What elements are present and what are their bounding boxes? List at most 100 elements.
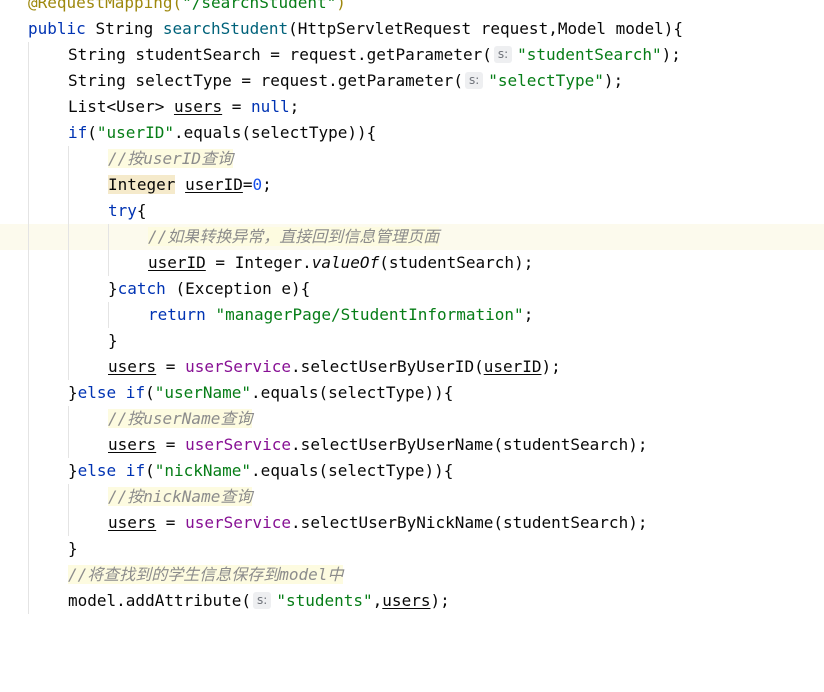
field-reference: userService <box>185 513 292 532</box>
code-line[interactable]: users = userService.selectUserByNickName… <box>0 510 824 536</box>
code-line[interactable]: return "managerPage/StudentInformation"; <box>0 302 824 328</box>
type-name: String <box>95 19 163 38</box>
indent-guide <box>28 42 29 68</box>
indent-guide <box>28 536 29 562</box>
code-line[interactable]: @RequestMapping("/searchStudent") <box>0 0 824 16</box>
indent-guide <box>28 562 29 588</box>
code-text: = Integer. <box>205 253 312 272</box>
variable-userid: userID <box>185 175 243 194</box>
code-text: ); <box>430 591 450 610</box>
code-line[interactable]: }catch (Exception e){ <box>0 276 824 302</box>
indent-guide <box>28 198 29 224</box>
keyword: else if <box>77 461 146 480</box>
code-comment: //按userName查询 <box>108 409 253 428</box>
code-text: ); <box>661 45 681 64</box>
variable-users: users <box>108 435 157 454</box>
code-text: model.addAttribute( <box>68 591 252 610</box>
indent-guide <box>28 328 29 354</box>
code-text: } <box>108 279 118 298</box>
field-reference: userService <box>185 357 292 376</box>
code-text: } <box>68 461 78 480</box>
code-text: ; <box>289 97 300 116</box>
code-text: } <box>68 539 78 558</box>
variable-userid: userID <box>483 357 542 376</box>
string-literal: "/searchStudent" <box>182 0 337 12</box>
string-literal: "userID" <box>96 123 174 142</box>
keyword: catch <box>117 279 166 298</box>
code-text: ( <box>145 383 155 402</box>
code-comment: //按nickName查询 <box>108 487 253 506</box>
code-text: = <box>156 435 186 454</box>
code-editor[interactable]: @RequestMapping("/searchStudent") public… <box>0 0 824 630</box>
indent-guide <box>28 510 29 536</box>
code-text: .equals(selectType)){ <box>173 123 377 142</box>
parameter-hint: s: <box>253 592 272 609</box>
indent-guide <box>68 198 69 224</box>
indent-guide <box>68 250 69 276</box>
code-text: ( <box>145 461 155 480</box>
code-line[interactable]: public String searchStudent(HttpServletR… <box>0 16 824 42</box>
code-text: .selectUserByUserID( <box>291 357 484 376</box>
code-line[interactable]: //按userName查询 <box>0 406 824 432</box>
indent-guide <box>68 146 69 172</box>
indent-guide <box>108 224 109 250</box>
code-line[interactable]: } <box>0 536 824 562</box>
variable-users: users <box>108 357 157 376</box>
keyword: else if <box>77 383 146 402</box>
code-line[interactable]: model.addAttribute(s: "students",users); <box>0 588 824 614</box>
keyword: if <box>68 123 88 142</box>
parameter-hint: s: <box>493 46 513 63</box>
code-text: ; <box>523 305 534 324</box>
indent-guide <box>108 250 109 276</box>
number-literal: 0 <box>252 175 263 194</box>
indent-guide <box>68 406 69 432</box>
code-line[interactable]: }else if("userName".equals(selectType)){ <box>0 380 824 406</box>
code-line[interactable]: String selectType = request.getParameter… <box>0 68 824 94</box>
code-line[interactable]: try{ <box>0 198 824 224</box>
indent-guide <box>28 406 29 432</box>
code-line-current[interactable]: //如果转换异常，直接回到信息管理页面 <box>0 224 824 250</box>
indent-guide <box>68 432 69 458</box>
code-comment: //如果 <box>148 227 200 246</box>
string-literal: "selectType" <box>488 71 604 90</box>
code-line[interactable]: } <box>0 328 824 354</box>
code-line[interactable]: //按nickName查询 <box>0 484 824 510</box>
indent-guide <box>68 172 69 198</box>
code-text: ); <box>603 71 624 90</box>
code-text: = <box>222 97 252 116</box>
code-line[interactable]: if("userID".equals(selectType)){ <box>0 120 824 146</box>
code-text: String studentSearch = request.getParame… <box>68 45 492 64</box>
code-line[interactable]: users = userService.selectUserByUserName… <box>0 432 824 458</box>
code-text: .equals(selectType)){ <box>251 461 454 480</box>
code-line[interactable]: Integer userID=0; <box>0 172 824 198</box>
indent-guide <box>28 250 29 276</box>
variable-users: users <box>173 97 223 116</box>
indent-guide <box>68 510 69 536</box>
indent-guide <box>68 484 69 510</box>
indent-guide <box>28 94 29 120</box>
code-text: List<User> <box>68 97 174 116</box>
keyword: public <box>28 19 96 38</box>
variable-users: users <box>108 513 157 532</box>
indent-guide <box>68 328 69 354</box>
code-text: .selectUserByUserName(studentSearch); <box>291 435 648 454</box>
code-line[interactable]: users = userService.selectUserByUserID(u… <box>0 354 824 380</box>
indent-guide <box>28 432 29 458</box>
code-text: ); <box>541 357 561 376</box>
code-text: , <box>372 591 383 610</box>
code-line[interactable]: userID = Integer.valueOf(studentSearch); <box>0 250 824 276</box>
code-line[interactable]: //将查找到的学生信息保存到model中 <box>0 562 824 588</box>
indent-guide <box>28 172 29 198</box>
code-line[interactable]: List<User> users = null; <box>0 94 824 120</box>
indent-guide <box>28 146 29 172</box>
code-line[interactable]: //按userID查询 <box>0 146 824 172</box>
keyword: null <box>251 97 290 116</box>
code-text: (HttpServletRequest request,Model model)… <box>288 19 684 38</box>
indent-guide <box>68 302 69 328</box>
code-line[interactable]: }else if("nickName".equals(selectType)){ <box>0 458 824 484</box>
annotation: ) <box>336 0 346 12</box>
code-line[interactable]: String studentSearch = request.getParame… <box>0 42 824 68</box>
string-literal: "managerPage/StudentInformation" <box>215 305 524 324</box>
string-literal: "studentSearch" <box>517 45 662 64</box>
indent-guide <box>68 354 69 380</box>
